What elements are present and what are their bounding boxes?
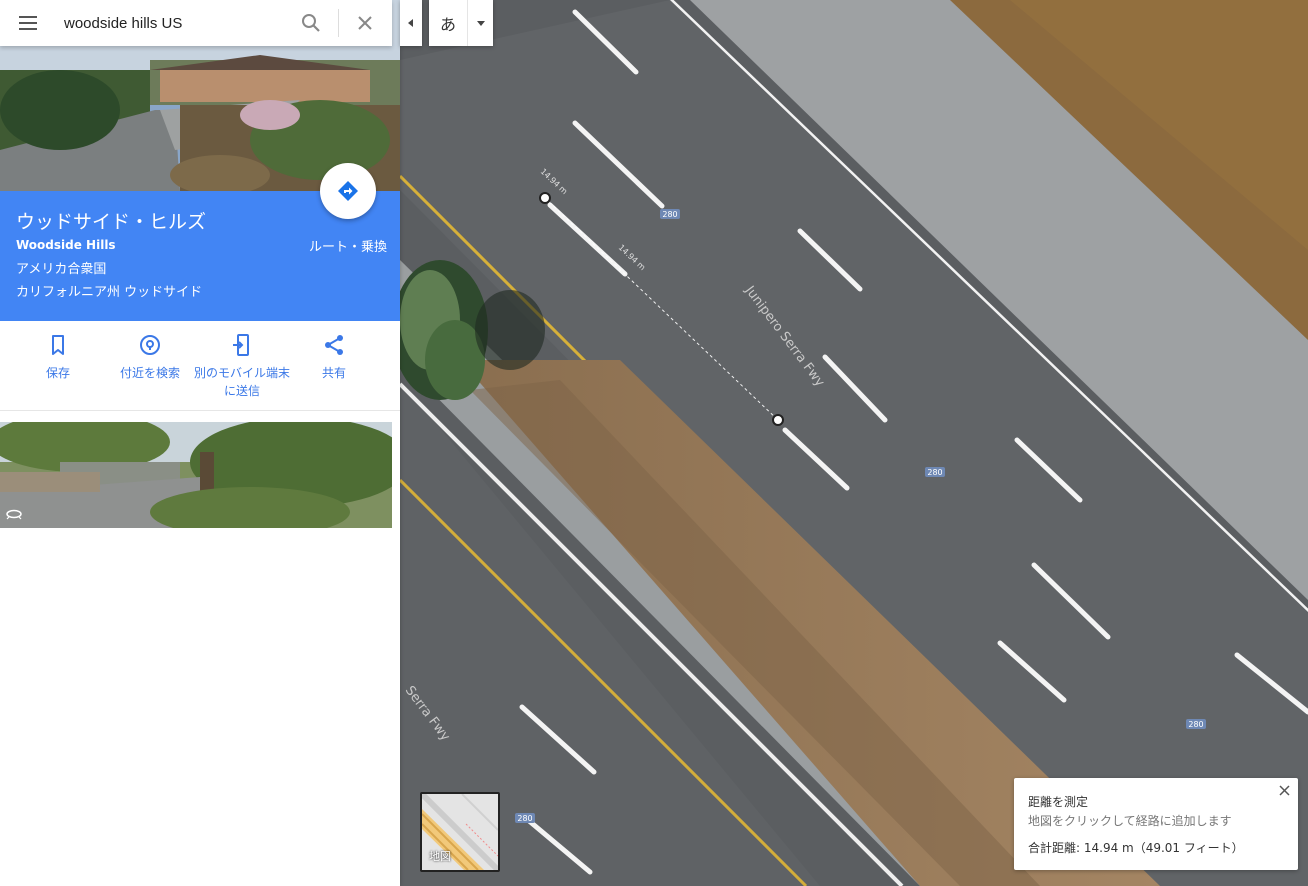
chevron-left-icon: [408, 19, 413, 27]
place-subtitle: Woodside Hills: [16, 238, 116, 252]
route-shield: 280: [660, 209, 680, 219]
route-shield: 280: [1186, 719, 1206, 729]
send-to-phone-icon: [233, 334, 249, 356]
chevron-down-icon: [476, 20, 485, 26]
measure-point-end[interactable]: [772, 414, 784, 426]
satellite-map[interactable]: 280 280 280 280 Junipero Serra Fwy Serra…: [400, 0, 1308, 886]
share-label: 共有: [321, 366, 346, 380]
search-box: [0, 0, 392, 46]
directions-icon: [338, 181, 358, 201]
clear-search-button[interactable]: [350, 8, 380, 38]
nearby-button[interactable]: 付近を検索: [100, 333, 200, 382]
map-type-label: 地図: [429, 850, 451, 863]
place-address-line: カリフォルニア州 ウッドサイド: [16, 285, 203, 300]
bookmark-icon: [52, 335, 64, 355]
measure-distance-card: 距離を測定 地図をクリックして経路に追加します 合計距離: 14.94 m（49…: [1014, 778, 1298, 870]
route-shield: 280: [515, 813, 535, 823]
input-tools-button[interactable]: あ: [429, 0, 493, 46]
send-to-phone-label: 別のモバイル端末に送信: [193, 366, 290, 398]
close-icon: [358, 16, 372, 30]
measure-total-distance: 合計距離: 14.94 m（49.01 フィート）: [1028, 841, 1244, 855]
svg-text:280: 280: [927, 468, 942, 477]
svg-text:280: 280: [662, 210, 677, 219]
street-view-photo[interactable]: [0, 422, 392, 528]
map-type-toggle[interactable]: 地図: [420, 792, 500, 872]
input-tools-dropdown[interactable]: [468, 20, 493, 26]
input-tools-label: あ: [439, 15, 456, 34]
menu-button[interactable]: [0, 0, 56, 46]
search-icon: [302, 14, 320, 32]
search-button[interactable]: [296, 8, 326, 38]
place-title: ウッドサイド・ヒルズ: [16, 211, 207, 233]
share-icon: [325, 335, 343, 355]
directions-button[interactable]: [320, 163, 376, 219]
measure-title: 距離を測定: [1028, 795, 1089, 809]
measure-point-start[interactable]: [539, 192, 551, 204]
nearby-label: 付近を検索: [119, 366, 180, 380]
place-address-line: アメリカ合衆国: [16, 262, 107, 277]
nearby-icon: [140, 335, 160, 355]
svg-text:280: 280: [1188, 720, 1203, 729]
svg-text:280: 280: [517, 814, 532, 823]
action-bar: 保存 付近を検索 別のモバイル端末に送信 共有: [0, 321, 400, 411]
search-divider: [338, 9, 339, 37]
map-canvas[interactable]: 280 280 280 280 Junipero Serra Fwy Serra…: [400, 0, 1308, 886]
send-to-phone-button[interactable]: 別のモバイル端末に送信: [192, 333, 292, 400]
measure-hint: 地図をクリックして経路に追加します: [1028, 814, 1232, 828]
save-label: 保存: [45, 366, 70, 380]
menu-icon: [19, 16, 37, 30]
close-measure-button[interactable]: [1276, 782, 1292, 798]
search-input[interactable]: [56, 8, 276, 38]
route-label[interactable]: ルート・乗換: [309, 236, 387, 255]
close-icon: [1278, 784, 1290, 796]
collapse-panel-button[interactable]: [400, 0, 422, 46]
route-shield: 280: [925, 467, 945, 477]
share-button[interactable]: 共有: [284, 333, 384, 382]
maps-app: 280 280 280 280 Junipero Serra Fwy Serra…: [0, 0, 1308, 886]
place-panel: ウッドサイド・ヒルズ Woodside Hills アメリカ合衆国 カリフォルニ…: [0, 0, 400, 886]
save-button[interactable]: 保存: [8, 333, 108, 382]
street-view-icon: [6, 509, 22, 520]
